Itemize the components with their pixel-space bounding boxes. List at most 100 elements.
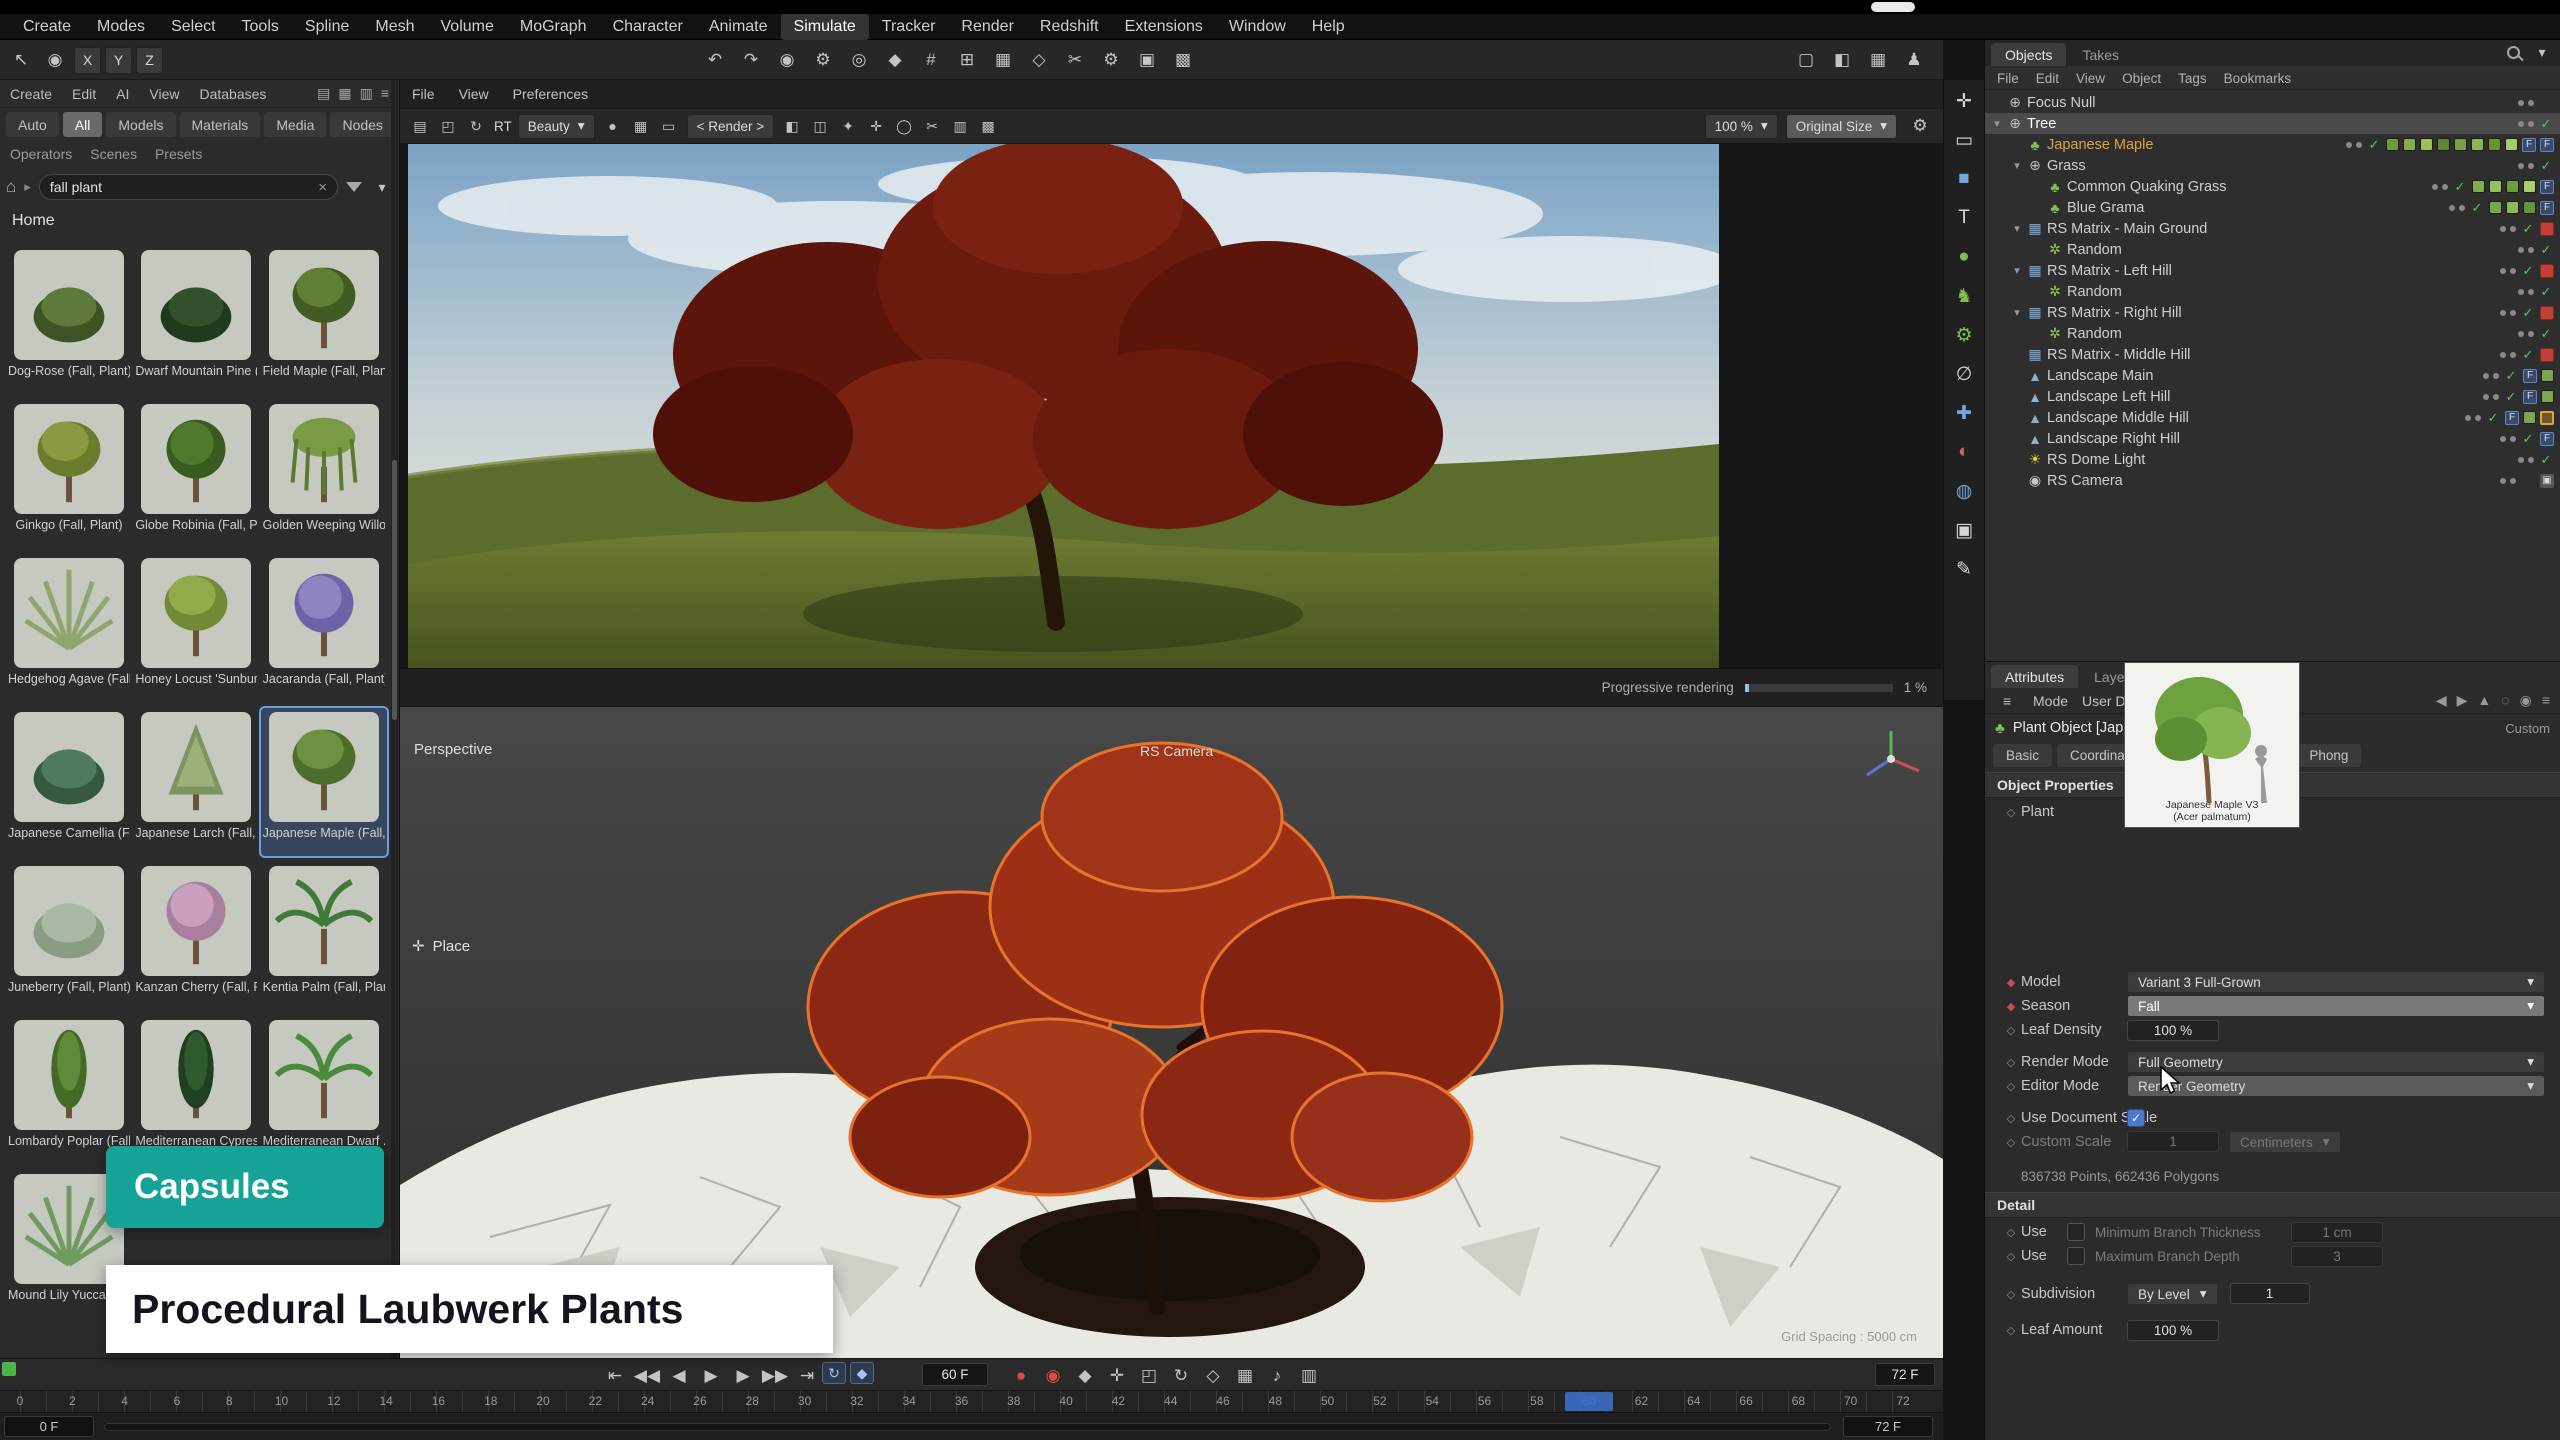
min-branch-checkbox[interactable] bbox=[2067, 1223, 2085, 1241]
field-tag[interactable]: F bbox=[2523, 390, 2537, 404]
size-dropdown[interactable]: Original Size▾ bbox=[1786, 114, 1897, 139]
menu-item-select[interactable]: Select bbox=[158, 14, 228, 40]
ruler-tick[interactable]: 2 bbox=[69, 1394, 76, 1408]
ruler-tick[interactable]: 48 bbox=[1269, 1394, 1282, 1408]
material-swatch[interactable] bbox=[2454, 138, 2467, 151]
save-icon[interactable]: ▤ bbox=[408, 115, 432, 137]
custom-label[interactable]: Custom bbox=[2505, 721, 2550, 736]
camera-tag[interactable]: ▣ bbox=[2540, 474, 2554, 488]
keyframe-dot-icon[interactable]: ◆ bbox=[2001, 976, 2021, 989]
enable-check-icon[interactable]: ✓ bbox=[2485, 410, 2501, 426]
object-name[interactable]: Random bbox=[2067, 284, 2122, 300]
camera-tool-icon[interactable]: ▣ bbox=[1949, 515, 1979, 545]
object-row[interactable]: ▦RS Matrix - Middle Hill✓ bbox=[1985, 344, 2560, 365]
object-name[interactable]: RS Matrix - Middle Hill bbox=[2047, 347, 2190, 363]
key-position-icon[interactable]: ✛ bbox=[1102, 1362, 1132, 1390]
object-row[interactable]: ▾▦RS Matrix - Left Hill✓ bbox=[1985, 260, 2560, 281]
material-swatch[interactable] bbox=[2472, 180, 2485, 193]
objects-menu-bookmarks[interactable]: Bookmarks bbox=[2224, 71, 2292, 86]
grid-view-icon[interactable]: ▦ bbox=[338, 85, 351, 102]
tab-attributes[interactable]: Attributes bbox=[1991, 665, 2078, 688]
editor-visibility-dot[interactable] bbox=[2346, 142, 2352, 148]
asset-filter-tab-auto[interactable]: Auto bbox=[6, 112, 59, 137]
material-swatch[interactable] bbox=[2420, 138, 2433, 151]
ruler-tick[interactable]: 36 bbox=[955, 1394, 968, 1408]
render-view-menu-file[interactable]: File bbox=[412, 86, 435, 102]
figure-icon[interactable]: ♞ bbox=[1949, 281, 1979, 311]
render-visibility-dot[interactable] bbox=[2356, 142, 2362, 148]
enable-check-icon[interactable]: ✓ bbox=[2520, 305, 2536, 321]
interactive-render-icon[interactable]: ◎ bbox=[844, 46, 874, 74]
ruler-tick[interactable]: 26 bbox=[693, 1394, 706, 1408]
channel-icon[interactable]: ● bbox=[601, 115, 625, 137]
material-swatch[interactable] bbox=[2523, 411, 2536, 424]
anim-dot-icon[interactable]: ◇ bbox=[2001, 1024, 2021, 1037]
material-swatch[interactable] bbox=[2506, 180, 2519, 193]
cube-icon[interactable]: ■ bbox=[1949, 164, 1979, 194]
wrench-icon[interactable]: ✚ bbox=[1949, 398, 1979, 428]
render-settings-icon[interactable]: ⚙ bbox=[808, 46, 838, 74]
ruler-tick[interactable]: 66 bbox=[1739, 1394, 1752, 1408]
editor-visibility-dot[interactable] bbox=[2518, 163, 2524, 169]
objects-menu-object[interactable]: Object bbox=[2122, 71, 2161, 86]
frame-icon[interactable]: ▭ bbox=[657, 115, 681, 137]
render-visibility-dot[interactable] bbox=[2493, 394, 2499, 400]
render-visibility-dot[interactable] bbox=[2528, 163, 2534, 169]
panel-menu-icon[interactable]: ≡ bbox=[381, 85, 389, 102]
object-name[interactable]: Landscape Left Hill bbox=[2047, 389, 2170, 405]
redshift-object-tag[interactable] bbox=[2540, 222, 2554, 236]
workplane-icon[interactable]: ▦ bbox=[988, 46, 1018, 74]
transform-icon[interactable]: ✛ bbox=[1949, 86, 1979, 116]
menu-item-animate[interactable]: Animate bbox=[696, 14, 781, 40]
editor-visibility-dot[interactable] bbox=[2500, 310, 2506, 316]
prev-frame-icon[interactable]: ◀ bbox=[664, 1362, 694, 1390]
render-view-menu-view[interactable]: View bbox=[459, 86, 489, 102]
filter-icon[interactable]: ▾ bbox=[2530, 41, 2554, 63]
model-dropdown[interactable]: Variant 3 Full-Grown▾ bbox=[2127, 971, 2545, 993]
clear-search-icon[interactable]: × bbox=[318, 179, 327, 196]
forward-icon[interactable]: ▶ bbox=[2457, 692, 2468, 709]
ruler-tick[interactable]: 18 bbox=[484, 1394, 497, 1408]
object-row[interactable]: ✲Random✓ bbox=[1985, 323, 2560, 344]
object-row[interactable]: ▾▦RS Matrix - Main Ground✓ bbox=[1985, 218, 2560, 239]
filter-funnel-icon[interactable] bbox=[346, 182, 362, 192]
marker-icon[interactable]: ◆ bbox=[850, 1362, 874, 1384]
ruler-tick[interactable]: 46 bbox=[1216, 1394, 1229, 1408]
material-swatch[interactable] bbox=[2488, 138, 2501, 151]
material-swatch[interactable] bbox=[2489, 180, 2502, 193]
viewport-label[interactable]: Perspective bbox=[414, 741, 492, 758]
layout-switcher-pill[interactable] bbox=[1871, 2, 1915, 12]
list-view-icon[interactable]: ▥ bbox=[360, 85, 373, 102]
menu-item-tools[interactable]: Tools bbox=[229, 14, 292, 40]
menu-item-spline[interactable]: Spline bbox=[292, 14, 362, 40]
ruler-tick[interactable]: 70 bbox=[1844, 1394, 1857, 1408]
enable-check-icon[interactable]: ✓ bbox=[2538, 242, 2554, 258]
object-row[interactable]: ◉RS Camera▣ bbox=[1985, 470, 2560, 491]
asset-filter-tab-models[interactable]: Models bbox=[106, 112, 175, 137]
object-name[interactable]: Japanese Maple bbox=[2047, 137, 2153, 153]
ruler-tick[interactable]: 32 bbox=[850, 1394, 863, 1408]
range-end-field[interactable]: 72 F bbox=[1843, 1416, 1933, 1437]
menu-item-mesh[interactable]: Mesh bbox=[362, 14, 427, 40]
enable-check-icon[interactable]: ✓ bbox=[2538, 452, 2554, 468]
render-visibility-dot[interactable] bbox=[2528, 289, 2534, 295]
ruler-tick[interactable]: 20 bbox=[536, 1394, 549, 1408]
key-parameter-icon[interactable]: ◇ bbox=[1198, 1362, 1228, 1390]
field-tag[interactable]: F bbox=[2523, 369, 2537, 383]
enable-check-icon[interactable]: ✓ bbox=[2366, 137, 2382, 153]
search-input[interactable]: fall plant × bbox=[39, 174, 338, 200]
menu-item-character[interactable]: Character bbox=[600, 14, 696, 40]
render-bucket-dropdown[interactable]: < Render > bbox=[687, 114, 775, 139]
plane-icon[interactable]: ▭ bbox=[1949, 125, 1979, 155]
menu-item-redshift[interactable]: Redshift bbox=[1027, 14, 1112, 40]
object-row[interactable]: ♣Blue Grama✓F bbox=[1985, 197, 2560, 218]
hamburger-icon[interactable]: ≡ bbox=[1995, 690, 2019, 712]
asset-category-tab-operators[interactable]: Operators bbox=[10, 146, 72, 162]
goto-end-icon[interactable]: ⇥ bbox=[792, 1362, 822, 1390]
menu-item-window[interactable]: Window bbox=[1216, 14, 1299, 40]
loop-icon[interactable]: ↻ bbox=[822, 1362, 846, 1384]
ruler-tick[interactable]: 72 bbox=[1896, 1394, 1909, 1408]
select-arrow-icon[interactable]: ↖ bbox=[6, 46, 36, 74]
custom-scale-field[interactable]: 1 bbox=[2127, 1131, 2219, 1152]
anim-dot-icon[interactable]: ◇ bbox=[2001, 1226, 2021, 1239]
